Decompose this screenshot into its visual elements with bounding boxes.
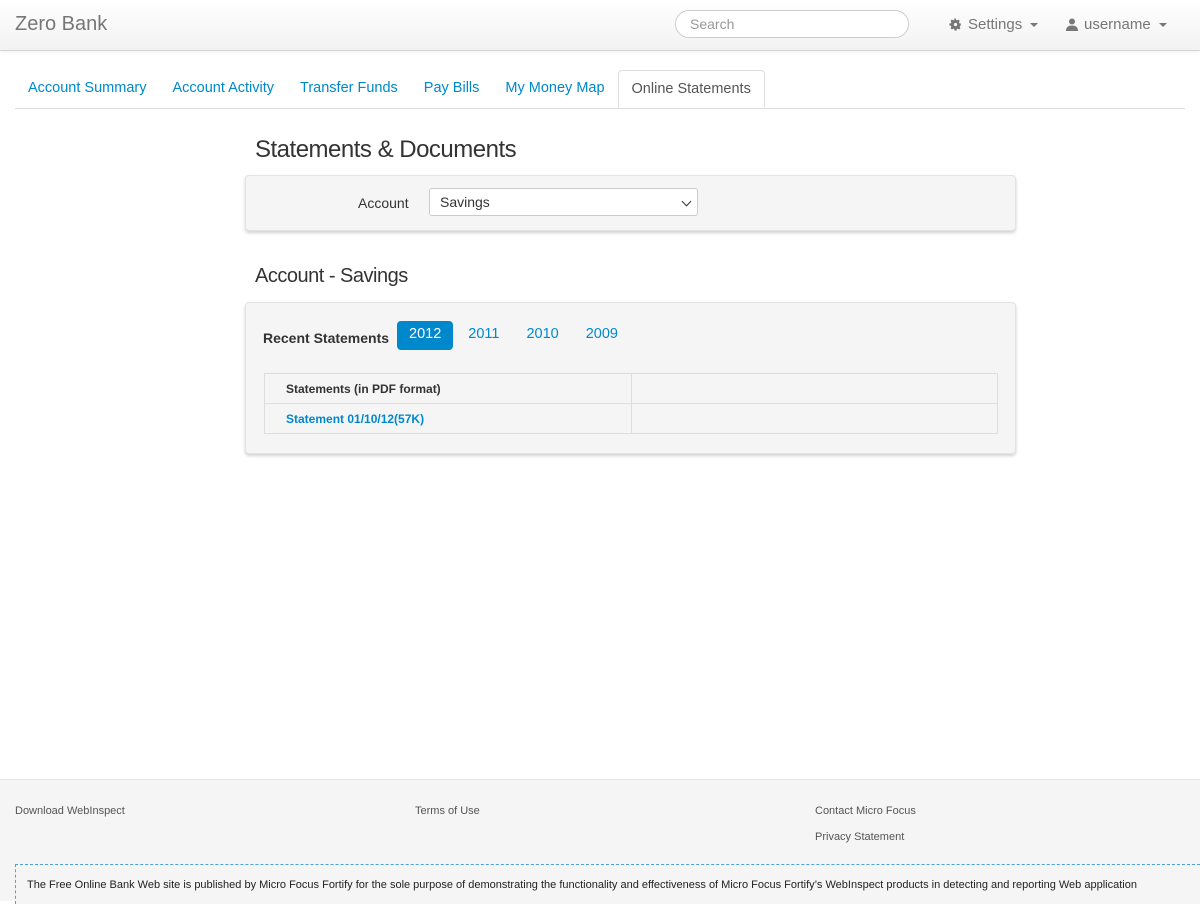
table-header-empty	[630, 373, 998, 404]
footer: Download WebInspect Terms of Use Contact…	[0, 779, 1200, 904]
disclaimer-box: The Free Online Bank Web site is publish…	[15, 864, 1200, 904]
tab-account-activity[interactable]: Account Activity	[159, 70, 287, 107]
tab-pay-bills[interactable]: Pay Bills	[411, 70, 493, 107]
brand-logo[interactable]: Zero Bank	[15, 13, 107, 36]
terms-of-use-link[interactable]: Terms of Use	[415, 805, 480, 817]
chevron-down-icon	[681, 196, 692, 207]
contact-link[interactable]: Contact Micro Focus	[815, 805, 916, 817]
user-dropdown[interactable]: username	[1066, 16, 1167, 33]
download-webinspect-link[interactable]: Download WebInspect	[15, 805, 125, 817]
year-pill-2012[interactable]: 2012	[397, 321, 454, 350]
recent-statements-label: Recent Statements	[263, 330, 390, 346]
year-pill-2011[interactable]: 2011	[456, 321, 511, 350]
recent-statements-panel: Recent Statements 2012 2011 2010 2009 St…	[245, 302, 1016, 454]
tab-account-summary[interactable]: Account Summary	[15, 70, 159, 107]
account-label: Account	[358, 195, 409, 211]
statements-table: Statements (in PDF format) Statement 01/…	[264, 373, 998, 434]
chevron-down-icon	[1030, 22, 1039, 27]
disclaimer-text: The Free Online Bank Web site is publish…	[27, 879, 1137, 891]
main-tabs: Account Summary Account Activity Transfe…	[15, 70, 1185, 109]
privacy-statement-link[interactable]: Privacy Statement	[815, 831, 904, 843]
year-pills: 2012 2011 2010 2009	[397, 321, 633, 350]
tab-online-statements[interactable]: Online Statements	[617, 70, 765, 108]
account-select-value: Savings	[440, 194, 490, 210]
year-pill-2009[interactable]: 2009	[574, 321, 630, 350]
user-icon	[1066, 18, 1078, 31]
page-title: Statements & Documents	[255, 136, 517, 163]
table-cell-empty	[630, 403, 998, 434]
account-select[interactable]: Savings	[429, 188, 698, 216]
tab-my-money-map[interactable]: My Money Map	[492, 70, 617, 107]
search-input[interactable]	[675, 10, 909, 38]
username-label: username	[1084, 16, 1151, 33]
account-select-panel: Account Savings	[245, 175, 1016, 231]
settings-label: Settings	[968, 16, 1023, 33]
year-pill-2010[interactable]: 2010	[514, 321, 570, 350]
table-row: Statement 01/10/12(57K)	[264, 403, 998, 434]
settings-dropdown[interactable]: Settings	[949, 16, 1039, 33]
top-navbar: Zero Bank Settings username	[0, 0, 1200, 51]
table-cell: Statement 01/10/12(57K)	[264, 403, 632, 434]
section-title: Account - Savings	[255, 265, 408, 287]
chevron-down-icon	[1158, 22, 1167, 27]
table-header-row: Statements (in PDF format)	[264, 373, 998, 404]
tab-transfer-funds[interactable]: Transfer Funds	[287, 70, 411, 107]
statement-link[interactable]: Statement 01/10/12(57K)	[286, 412, 424, 426]
table-header: Statements (in PDF format)	[264, 373, 632, 404]
gear-icon	[949, 18, 962, 31]
